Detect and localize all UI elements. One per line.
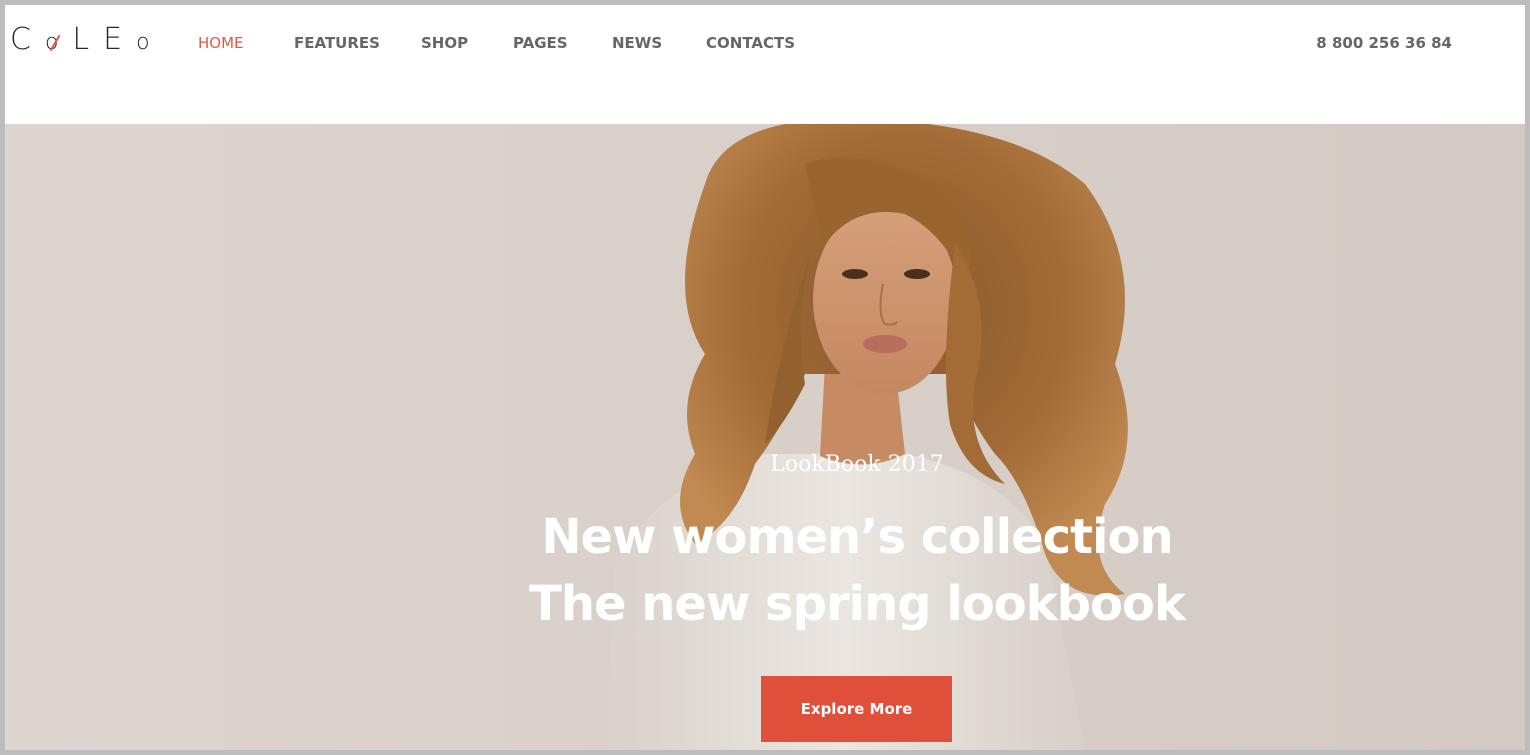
logo-letter-o-small: o [136,30,150,55]
explore-more-button[interactable]: Explore More [761,676,952,742]
hero-headline-line1: New women’s collection [541,509,1173,565]
nav-item-features[interactable]: FEATURES [294,33,380,53]
hero-content: LookBook 2017 New women’s collection The… [5,124,1525,750]
logo-letter-e: E [103,22,137,57]
site-logo[interactable]: Co LEo [10,23,150,57]
logo-letter-o-slashed: o [45,26,72,60]
nav-item-pages[interactable]: PAGES [513,33,568,53]
hero-banner: LookBook 2017 New women’s collection The… [5,124,1525,750]
nav-item-home[interactable]: HOME [198,33,244,53]
site-header: Co LEo HOME FEATURES SHOP PAGES NEWS CONT… [5,5,1525,124]
phone-number-link[interactable]: 8 800 256 36 84 [1316,33,1452,53]
nav-item-news[interactable]: NEWS [612,33,662,53]
logo-letter-c: C [10,22,45,57]
hero-headline-line2: The new spring lookbook [529,576,1186,632]
browser-viewport: Co LEo HOME FEATURES SHOP PAGES NEWS CONT… [5,5,1525,750]
hero-kicker: LookBook 2017 [770,452,944,477]
logo-letter-l: L [72,22,104,57]
nav-item-shop[interactable]: SHOP [421,33,468,53]
nav-item-contacts[interactable]: CONTACTS [706,33,795,53]
